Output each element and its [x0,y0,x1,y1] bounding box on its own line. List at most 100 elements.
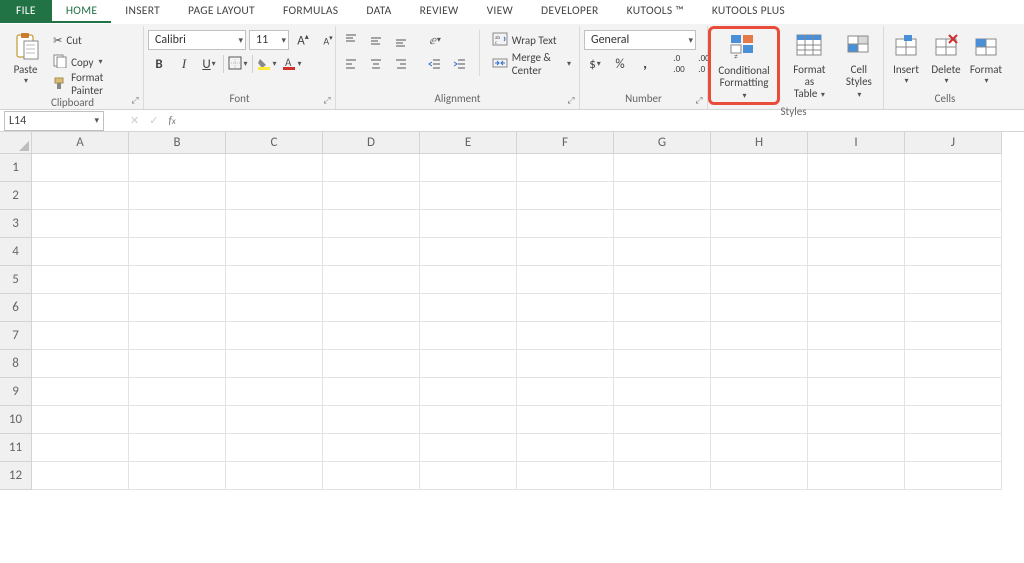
cell[interactable] [905,350,1002,378]
cell[interactable] [517,238,614,266]
row-header[interactable]: 11 [0,434,32,462]
cell[interactable] [32,462,129,490]
cell[interactable] [420,406,517,434]
cell[interactable] [420,350,517,378]
cell[interactable] [129,350,226,378]
cell[interactable] [226,350,323,378]
percent-format-button[interactable]: % [609,54,631,74]
cell[interactable] [32,210,129,238]
cell[interactable] [420,238,517,266]
orientation-button[interactable]: ⅇ▾ [424,30,446,50]
cell[interactable] [226,266,323,294]
cell[interactable] [711,294,808,322]
row-header[interactable]: 5 [0,266,32,294]
paste-button[interactable]: Paste ▾ [6,28,45,86]
number-dialog-launcher[interactable]: ⤢ [693,95,705,107]
cell[interactable] [711,462,808,490]
decrease-indent-button[interactable] [424,54,446,74]
format-painter-button[interactable]: Format Painter [49,74,139,94]
tab-data[interactable]: DATA [352,0,405,23]
cell[interactable] [517,378,614,406]
cell[interactable] [808,322,905,350]
cell[interactable] [420,182,517,210]
cell[interactable] [32,434,129,462]
accounting-format-button[interactable]: $▾ [584,54,606,74]
underline-button[interactable]: U▾ [198,54,220,74]
cell[interactable] [517,182,614,210]
tab-formulas[interactable]: FORMULAS [269,0,352,23]
cell[interactable] [614,406,711,434]
cell[interactable] [711,154,808,182]
borders-button[interactable]: ▾ [227,54,249,74]
cell[interactable] [614,210,711,238]
number-format-combo[interactable]: General▾ [584,30,696,50]
cell[interactable] [905,378,1002,406]
cell[interactable] [32,182,129,210]
merge-center-button[interactable]: Merge & Center ▾ [488,54,575,74]
cell[interactable] [226,294,323,322]
select-all-corner[interactable] [0,132,32,154]
cell[interactable] [808,210,905,238]
align-center-button[interactable] [365,54,387,74]
name-box[interactable]: L14▾ [4,111,104,131]
cell[interactable] [711,210,808,238]
cell[interactable] [129,378,226,406]
cell[interactable] [323,182,420,210]
cell[interactable] [517,294,614,322]
cell[interactable] [226,182,323,210]
cell[interactable] [711,266,808,294]
cell[interactable] [323,462,420,490]
column-header[interactable]: G [614,132,711,154]
cell[interactable] [517,210,614,238]
cell[interactable] [517,154,614,182]
cell[interactable] [808,238,905,266]
row-header[interactable]: 6 [0,294,32,322]
cell[interactable] [517,266,614,294]
cell[interactable] [129,238,226,266]
row-header[interactable]: 10 [0,406,32,434]
cell[interactable] [711,350,808,378]
cell[interactable] [323,294,420,322]
fx-icon[interactable]: fx [168,114,175,127]
cell[interactable] [32,378,129,406]
font-color-button[interactable]: A▾ [281,54,303,74]
cell[interactable] [808,378,905,406]
align-right-button[interactable] [390,54,412,74]
cell[interactable] [711,434,808,462]
align-left-button[interactable] [340,54,362,74]
cell[interactable] [129,434,226,462]
formula-bar-input[interactable] [190,111,1024,131]
delete-cells-button[interactable]: Delete ▾ [928,28,964,86]
row-header[interactable]: 8 [0,350,32,378]
tab-kutools[interactable]: KUTOOLS ™ [613,0,698,23]
cell[interactable] [808,182,905,210]
cell[interactable] [808,406,905,434]
column-header[interactable]: C [226,132,323,154]
cell[interactable] [517,322,614,350]
cell[interactable] [808,434,905,462]
insert-cells-button[interactable]: Insert ▾ [888,28,924,86]
cell[interactable] [323,350,420,378]
column-header[interactable]: B [129,132,226,154]
column-header[interactable]: F [517,132,614,154]
increase-font-button[interactable]: A▴ [292,30,314,50]
format-cells-button[interactable]: Format ▾ [968,28,1004,86]
cell[interactable] [614,350,711,378]
cell[interactable] [614,322,711,350]
cell[interactable] [808,294,905,322]
cell[interactable] [129,294,226,322]
cell[interactable] [226,210,323,238]
cell[interactable] [129,462,226,490]
comma-format-button[interactable]: , [634,54,656,74]
row-header[interactable]: 4 [0,238,32,266]
cell[interactable] [614,238,711,266]
cell[interactable] [323,238,420,266]
column-header[interactable]: D [323,132,420,154]
enter-formula-icon[interactable]: ✓ [149,114,158,127]
cell[interactable] [905,322,1002,350]
cell[interactable] [614,462,711,490]
cell[interactable] [226,406,323,434]
italic-button[interactable]: I [173,54,195,74]
cell[interactable] [420,378,517,406]
cell[interactable] [323,406,420,434]
